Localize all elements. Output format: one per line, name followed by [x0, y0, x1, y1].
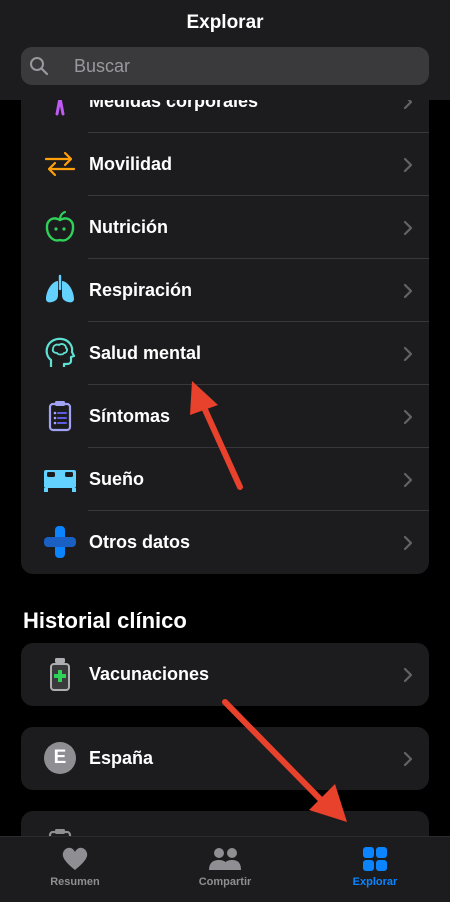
row-partial[interactable]: [21, 811, 429, 836]
tab-bar: Resumen Compartir Explorar: [0, 836, 450, 902]
country-card: E España: [21, 727, 429, 790]
navigation-header: Explorar: [0, 0, 450, 100]
vaccine-vial-icon: [50, 658, 70, 691]
apple-icon: [45, 210, 75, 242]
category-label: Respiración: [89, 280, 193, 300]
chevron-right-icon: [403, 346, 413, 362]
country-avatar: E: [44, 742, 76, 774]
clipboard-icon: [48, 401, 72, 432]
category-label: Movilidad: [89, 154, 173, 174]
partial-card: [21, 811, 429, 836]
tab-label: Resumen: [50, 876, 100, 888]
category-label: Sueño: [89, 469, 145, 489]
category-row-sueno[interactable]: Sueño: [21, 448, 429, 511]
category-row-otros-datos[interactable]: Otros datos: [21, 511, 429, 574]
content-scroll-area[interactable]: Medidas corporales Movilidad Nutrición R…: [0, 100, 450, 836]
people-icon: [209, 848, 241, 870]
clipboard-icon: [48, 829, 72, 836]
category-label: Medidas corporales: [89, 100, 259, 111]
row-label: España: [89, 748, 154, 768]
chevron-right-icon: [403, 100, 413, 110]
lungs-icon: [46, 274, 74, 303]
search-icon: [30, 57, 49, 76]
categories-card: Medidas corporales Movilidad Nutrición R…: [21, 100, 429, 574]
tab-label: Compartir: [198, 876, 252, 888]
chevron-right-icon: [403, 157, 413, 173]
chevron-right-icon: [403, 667, 413, 683]
tab-resumen[interactable]: Resumen: [0, 837, 150, 902]
chevron-right-icon: [403, 220, 413, 236]
category-label: Nutrición: [89, 217, 168, 237]
category-label: Otros datos: [89, 532, 191, 552]
vaccinations-card: Vacunaciones: [21, 643, 429, 706]
category-row-sintomas[interactable]: Síntomas: [21, 385, 429, 448]
search-bar[interactable]: [21, 47, 429, 85]
chevron-right-icon: [403, 472, 413, 488]
category-row-medidas-corporales[interactable]: Medidas corporales: [21, 100, 429, 133]
chevron-right-icon: [403, 751, 413, 767]
mobility-arrows-icon: [44, 151, 76, 177]
category-label: Salud mental: [89, 343, 202, 363]
tab-explorar[interactable]: Explorar: [300, 837, 450, 902]
category-label: Síntomas: [89, 406, 171, 426]
category-row-nutricion[interactable]: Nutrición: [21, 196, 429, 259]
chevron-right-icon: [403, 535, 413, 551]
tab-label: Explorar: [352, 876, 398, 888]
row-label: Vacunaciones: [89, 664, 210, 684]
head-brain-icon: [45, 337, 76, 367]
chevron-right-icon: [403, 409, 413, 425]
row-vacunaciones[interactable]: Vacunaciones: [21, 643, 429, 706]
body-measurements-icon: [55, 100, 65, 116]
row-espana[interactable]: E España: [21, 727, 429, 790]
category-row-respiracion[interactable]: Respiración: [21, 259, 429, 322]
category-row-movilidad[interactable]: Movilidad: [21, 133, 429, 196]
section-title-historial-clinico: Historial clínico: [23, 608, 187, 633]
grid-icon: [363, 847, 387, 871]
search-input[interactable]: [74, 47, 414, 85]
tab-compartir[interactable]: Compartir: [150, 837, 300, 902]
plus-icon: [44, 526, 76, 558]
category-row-salud-mental[interactable]: Salud mental: [21, 322, 429, 385]
heart-icon: [62, 847, 88, 870]
chevron-right-icon: [403, 283, 413, 299]
bed-icon: [44, 470, 76, 492]
page-title: Explorar: [186, 12, 264, 33]
